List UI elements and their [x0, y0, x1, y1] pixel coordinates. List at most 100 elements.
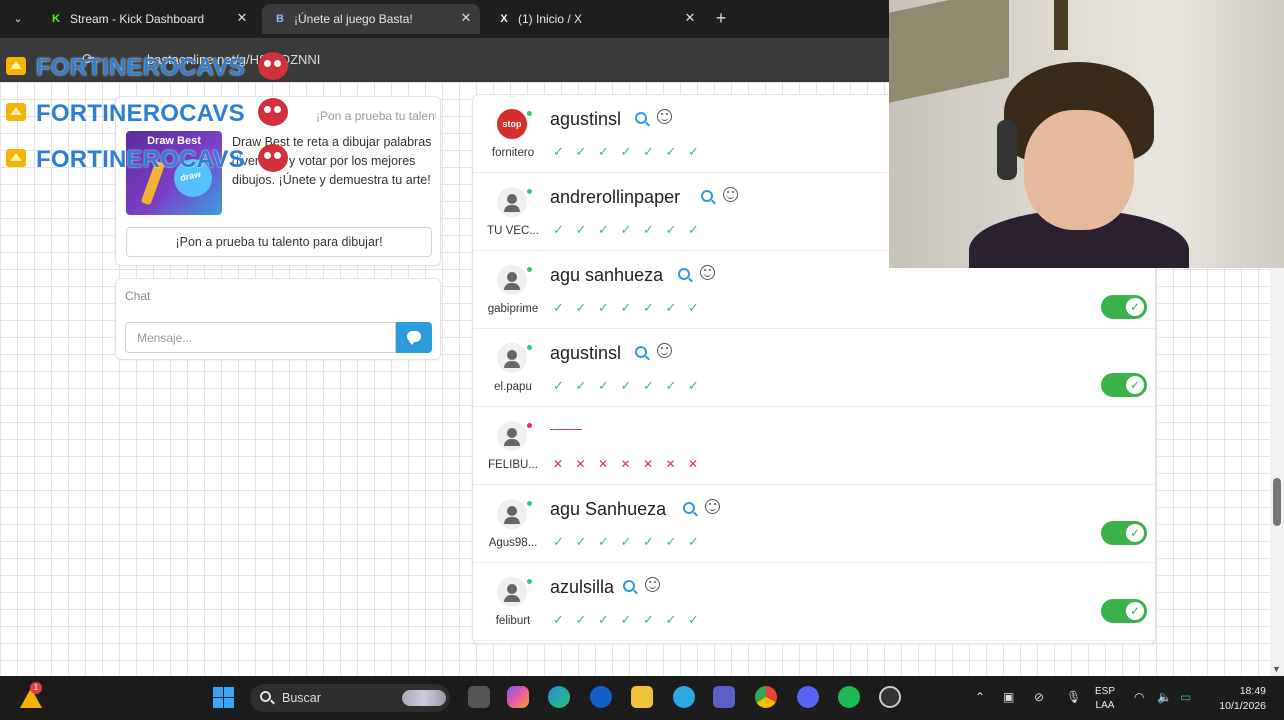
- accept-toggle[interactable]: ✓: [1101, 295, 1147, 319]
- check-icon: ✓: [643, 378, 654, 393]
- windows-logo-q2: [224, 687, 234, 697]
- chrome-icon[interactable]: [755, 686, 777, 708]
- tray-muted-icon[interactable]: ⊘: [1034, 690, 1044, 704]
- check-icon: ✓: [620, 144, 632, 159]
- tab-search-icon[interactable]: ⌄: [8, 9, 28, 29]
- promo-header: ¡Pon a prueba tu talento para dibujar!: [316, 109, 436, 123]
- smiley-icon[interactable]: [657, 109, 672, 124]
- check-icon: ✓: [598, 534, 609, 549]
- promo-button[interactable]: ¡Pon a prueba tu talento para dibujar!: [126, 227, 432, 257]
- avatar-body: [504, 283, 520, 290]
- search-icon[interactable]: [635, 346, 647, 358]
- warning-badge: 1: [30, 682, 42, 694]
- player-tag: FELIBU...: [488, 459, 538, 471]
- spotify-icon[interactable]: [838, 686, 860, 708]
- tab-label: (1) Inicio / X: [518, 12, 583, 26]
- search-icon[interactable]: [701, 190, 713, 202]
- chat-message-input[interactable]: Mensaje...: [125, 322, 396, 353]
- player-tag: gabiprime: [487, 303, 539, 315]
- avatar-body: [504, 361, 520, 368]
- microphone-icon[interactable]: 🎙: [1066, 690, 1081, 704]
- answer-marks: ✓ ✓ ✓ ✓ ✓ ✓ ✓: [553, 221, 711, 237]
- discord-icon[interactable]: [797, 686, 819, 708]
- avatar-head: [507, 506, 517, 516]
- edge-icon[interactable]: [548, 686, 570, 708]
- tray-expand-icon[interactable]: ⌃: [975, 690, 985, 704]
- tab-close-icon[interactable]: ✕: [458, 10, 474, 26]
- status-dot: [527, 345, 532, 350]
- scroll-down-icon[interactable]: ▼: [1272, 664, 1281, 674]
- accept-toggle[interactable]: ✓: [1101, 373, 1147, 397]
- stop-avatar-icon: stop: [497, 109, 527, 139]
- user-avatar-icon: [497, 265, 527, 295]
- smiley-icon[interactable]: [705, 499, 720, 514]
- start-button[interactable]: [213, 687, 235, 709]
- search-icon[interactable]: [635, 112, 647, 124]
- taskbar-search[interactable]: Buscar: [250, 684, 450, 712]
- cross-icon: ✕: [575, 457, 586, 471]
- teams-icon[interactable]: [713, 686, 735, 708]
- player-actions: [635, 109, 672, 127]
- task-view-icon[interactable]: [468, 686, 490, 708]
- tab-close-icon[interactable]: ✕: [234, 10, 250, 26]
- player-row: Agus98... agu Sanhueza ✓ ✓ ✓ ✓ ✓ ✓ ✓ ✓: [473, 485, 1155, 563]
- avatar-head: [507, 194, 517, 204]
- check-icon: ✓: [665, 222, 677, 237]
- answer-marks: ✓ ✓ ✓ ✓ ✓ ✓ ✓: [553, 299, 711, 315]
- check-icon: ✓: [665, 144, 677, 159]
- browser-tab[interactable]: B ¡Únete al juego Basta! ✕: [262, 4, 480, 34]
- accept-toggle[interactable]: ✓: [1101, 521, 1147, 545]
- copilot-icon[interactable]: [507, 686, 529, 708]
- clock[interactable]: 18:49 10/1/2026: [1208, 684, 1266, 714]
- answer-marks: ✕ ✕ ✕ ✕ ✕ ✕ ✕: [553, 455, 711, 471]
- search-icon[interactable]: [623, 580, 635, 592]
- check-icon: ✓: [665, 300, 677, 315]
- check-icon: ✓: [598, 378, 609, 393]
- player-actions: [683, 499, 720, 517]
- player-name: agu Sanhueza: [550, 499, 667, 519]
- check-icon: ✓: [620, 534, 632, 549]
- language-bottom: LAA: [1095, 700, 1115, 711]
- wifi-icon[interactable]: ◠: [1134, 690, 1144, 704]
- tab-close-icon[interactable]: ✕: [682, 10, 698, 26]
- player-tag: feliburt: [495, 615, 531, 627]
- search-icon[interactable]: [683, 502, 695, 514]
- smiley-icon[interactable]: [723, 187, 738, 202]
- player-name: azulsilla: [550, 577, 615, 597]
- language-indicator[interactable]: ESP LAA: [1095, 685, 1115, 713]
- webcam-overlay: [889, 0, 1284, 268]
- tray-app-icon[interactable]: ▣: [1003, 690, 1014, 704]
- obs-icon[interactable]: [879, 686, 901, 708]
- angry-bird-icon: [258, 98, 288, 126]
- chatgpt-icon[interactable]: [673, 686, 695, 708]
- tab-label: ¡Únete al juego Basta!: [294, 12, 413, 26]
- check-icon: ✓: [688, 534, 699, 549]
- volume-icon[interactable]: 🔈: [1157, 690, 1172, 704]
- search-icon[interactable]: [678, 268, 690, 280]
- browser-tab[interactable]: X (1) Inicio / X ✕: [486, 4, 704, 34]
- battery-icon[interactable]: ▭: [1180, 690, 1191, 704]
- overlay-viewer-name: FORTINEROCAVS: [36, 146, 245, 173]
- accept-toggle[interactable]: ✓: [1101, 599, 1147, 623]
- browser-tab[interactable]: K Stream - Kick Dashboard ✕: [38, 4, 256, 34]
- status-dot: [527, 111, 532, 116]
- player-name: andrerollinpaper: [550, 187, 681, 207]
- tab-favicon-icon: K: [52, 13, 60, 25]
- smiley-icon[interactable]: [700, 265, 715, 280]
- file-explorer-icon[interactable]: [631, 686, 653, 708]
- player-actions: [701, 187, 738, 205]
- new-tab-button[interactable]: +: [710, 8, 732, 29]
- player-row: FELIBU... ✕ ✕ ✕ ✕ ✕ ✕ ✕: [473, 407, 1155, 485]
- search-label: Buscar: [282, 691, 321, 705]
- check-icon: ✓: [575, 378, 587, 393]
- check-icon: ✓: [665, 534, 677, 549]
- user-avatar-icon: [497, 343, 527, 373]
- check-icon: ✓: [553, 222, 564, 237]
- smiley-icon[interactable]: [657, 343, 672, 358]
- hp-icon[interactable]: [590, 686, 612, 708]
- chat-title: Chat: [125, 289, 151, 303]
- chat-send-button[interactable]: [396, 322, 432, 353]
- scrollbar-thumb[interactable]: [1273, 478, 1281, 526]
- smiley-icon[interactable]: [645, 577, 660, 592]
- status-dot: [527, 423, 532, 428]
